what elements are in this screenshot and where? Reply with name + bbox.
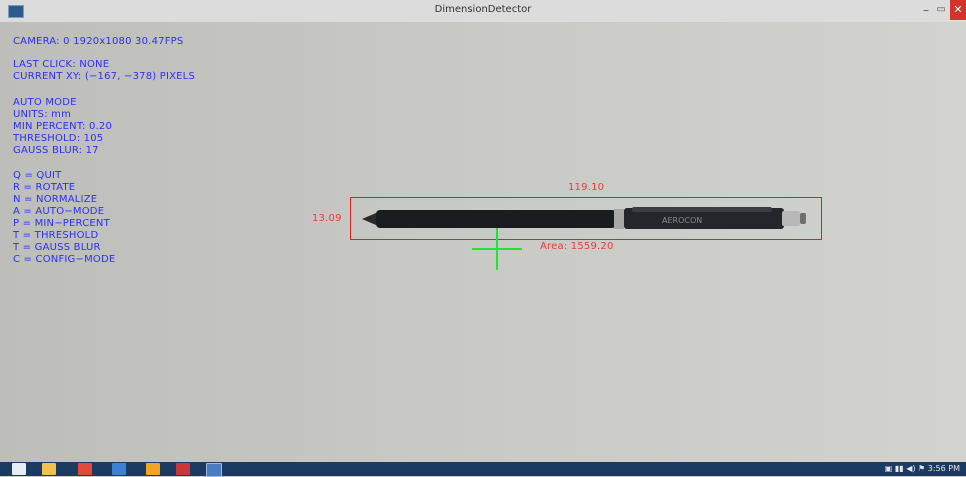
dimensiondetector-icon[interactable]	[206, 463, 222, 477]
key-auto-mode: A = AUTO−MODE	[13, 206, 105, 217]
key-gauss-blur: T = GAUSS BLUR	[13, 242, 101, 253]
chrome-icon[interactable]	[146, 463, 160, 475]
bounding-box	[350, 197, 822, 240]
start-icon[interactable]	[12, 463, 26, 475]
taskbar: ▣ ▮▮ ◀) ⚑ 3:56 PM	[0, 462, 966, 477]
title-bar: DimensionDetector – ▭ ✕	[0, 0, 966, 23]
current-xy: CURRENT XY: (−167, −378) PIXELS	[13, 71, 196, 82]
volume-icon[interactable]: ◀)	[906, 464, 915, 473]
key-min-percent: P = MIN−PERCENT	[13, 218, 110, 229]
key-quit: Q = QUIT	[13, 170, 62, 181]
height-measure-label: 13.09	[312, 213, 342, 224]
window-title: DimensionDetector	[434, 4, 532, 15]
flag-icon[interactable]: ⚑	[918, 464, 925, 473]
system-tray: ▣ ▮▮ ◀) ⚑ 3:56 PM	[885, 464, 960, 473]
camera-status: CAMERA: 0 1920x1080 30.47FPS	[13, 36, 184, 47]
network-icon[interactable]: ▣	[885, 464, 893, 473]
gauss-blur-label: GAUSS BLUR: 17	[13, 145, 99, 156]
threshold-label: THRESHOLD: 105	[13, 133, 104, 144]
key-threshold: T = THRESHOLD	[13, 230, 99, 241]
key-rotate: R = ROTATE	[13, 182, 76, 193]
minimize-button[interactable]: –	[919, 2, 933, 18]
key-config-mode: C = CONFIG−MODE	[13, 254, 116, 265]
app-icon[interactable]	[78, 463, 92, 475]
explorer-icon[interactable]	[42, 463, 56, 475]
key-normalize: N = NORMALIZE	[13, 194, 98, 205]
area-measure-label: Area: 1559.20	[540, 241, 614, 252]
camera-view[interactable]: CAMERA: 0 1920x1080 30.47FPS LAST CLICK:…	[0, 22, 966, 462]
maximize-button[interactable]: ▭	[934, 2, 948, 18]
crosshair-vertical	[496, 228, 498, 270]
clock[interactable]: 3:56 PM	[928, 464, 960, 473]
app2-icon[interactable]	[176, 463, 190, 475]
signal-icon[interactable]: ▮▮	[895, 464, 904, 473]
min-percent-label: MIN PERCENT: 0.20	[13, 121, 113, 132]
last-click: LAST CLICK: NONE	[13, 59, 110, 70]
width-measure-label: 119.10	[568, 182, 605, 193]
media-icon[interactable]	[112, 463, 126, 475]
units-label: UNITS: mm	[13, 109, 72, 120]
close-button[interactable]: ✕	[950, 0, 966, 20]
mode-label: AUTO MODE	[13, 97, 77, 108]
